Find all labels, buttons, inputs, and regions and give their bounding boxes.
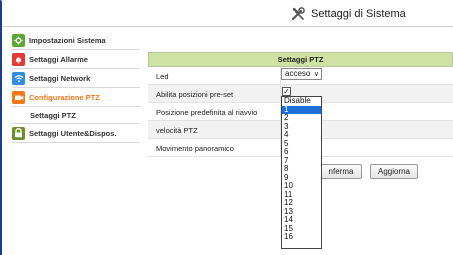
sidebar-item-settaggi-allarme[interactable]: Settaggi Allarme <box>12 50 140 69</box>
chevron-down-icon: ∨ <box>313 71 319 78</box>
panel-title: Settaggi PTZ <box>148 52 453 67</box>
ptz-speed-label: velocità PTZ <box>156 126 198 135</box>
user-lock-icon <box>12 126 25 140</box>
sidebar-item-label: Settaggi Network <box>29 73 91 83</box>
sidebar-item-label: Settaggi Utente&Dispos. <box>29 128 117 138</box>
page-title: Settaggi di Sistema <box>311 8 406 20</box>
ptz-camera-icon <box>12 90 25 104</box>
tools-icon <box>291 7 305 21</box>
page-header: Settaggi di Sistema <box>2 0 453 27</box>
preset-enable-checkbox[interactable]: ✓ <box>282 87 291 96</box>
confirm-button[interactable]: nferma <box>320 164 362 179</box>
wifi-icon <box>12 71 25 85</box>
dropdown-option[interactable]: 16 <box>282 232 321 242</box>
preset-label: Abilita posizioni pre-set <box>156 90 234 99</box>
sidebar-item-settaggi-network[interactable]: Settaggi Network <box>12 69 140 88</box>
refresh-button[interactable]: Aggiorna <box>370 164 418 179</box>
sidebar-item-label: Settaggi PTZ <box>30 110 76 120</box>
sidebar-item-impostazioni-sistema[interactable]: Impostazioni Sistema <box>12 31 140 50</box>
sidebar-item-configurazione-ptz[interactable]: Configurazione PTZ <box>12 88 140 107</box>
pan-movement-label: Movimento panoramico <box>156 144 234 153</box>
sidebar-subitem-settaggi-ptz[interactable]: Settaggi PTZ <box>12 107 140 124</box>
settings-icon <box>12 33 25 47</box>
sidebar-item-settaggi-utente[interactable]: Settaggi Utente&Dispos. <box>12 124 140 143</box>
led-select[interactable]: acceso ∨ <box>281 68 322 80</box>
alarm-bell-icon <box>12 52 25 66</box>
led-select-value: acceso <box>285 69 311 78</box>
led-label: Led <box>156 72 169 81</box>
sidebar-item-label: Configurazione PTZ <box>29 92 100 102</box>
default-position-label: Posizione predefinita al riavvio <box>156 108 258 117</box>
sidebar-item-label: Impostazioni Sistema <box>29 35 106 45</box>
default-position-dropdown-list[interactable]: Disable 1 2 3 4 5 6 7 8 9 10 11 12 13 14 15 16 <box>281 96 322 249</box>
sidebar-nav: Impostazioni Sistema Settaggi Allarme Se… <box>12 31 140 143</box>
sidebar-item-label: Settaggi Allarme <box>29 54 88 64</box>
